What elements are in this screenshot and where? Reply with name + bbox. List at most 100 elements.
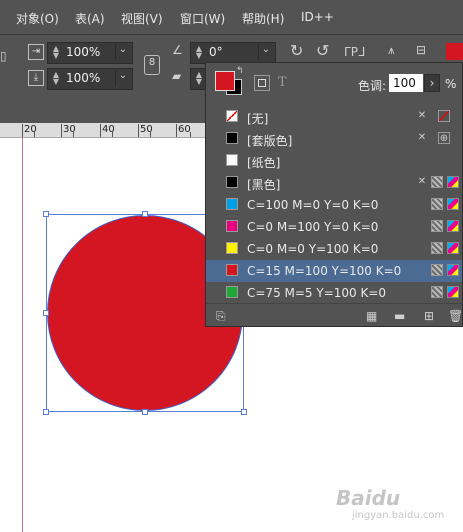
no-edit-icon: ✕ [417, 132, 427, 143]
place-swatches-icon[interactable]: ⎘ [216, 309, 226, 324]
resize-handle-left[interactable] [43, 310, 49, 316]
scale-y-field[interactable]: ▲ ▼ 100% ⌄ [47, 68, 133, 90]
ruler-tick [112, 132, 113, 137]
swatch-row-registration[interactable]: [套版色] ✕ ⊕ [206, 128, 462, 150]
stepper-icon[interactable]: ▲ ▼ [193, 45, 205, 60]
fill-swatch[interactable] [215, 71, 235, 91]
swatch-name: [无] [247, 112, 269, 126]
scale-y-value: 100% [66, 71, 101, 85]
menu-idplus[interactable]: ID++ [301, 10, 334, 24]
swatch-row-magenta[interactable]: C=0 M=100 Y=0 K=0 [206, 216, 462, 238]
swap-icon[interactable]: ↰ [236, 66, 244, 76]
process-color-icon [431, 198, 443, 210]
swatch-row-green[interactable]: C=75 M=5 Y=100 K=0 [206, 282, 462, 304]
fill-color-swatch[interactable] [446, 43, 463, 60]
swatch-row-none[interactable]: [无] ✕ [206, 106, 462, 128]
scale-y-icon: ⤓ [28, 70, 44, 86]
menu-table[interactable]: 表(A) [75, 10, 105, 27]
swatch-row-cyan[interactable]: C=100 M=0 Y=0 K=0 [206, 194, 462, 216]
watermark-url: jingyan.baidu.com [352, 510, 445, 521]
reference-point-label: P [350, 45, 358, 59]
rotate-angle-icon: ∠ [172, 43, 183, 57]
swatch-name: C=15 M=100 Y=100 K=0 [247, 264, 402, 278]
resize-handle-top-left[interactable] [43, 211, 49, 217]
swatches-panel: ↰ T 色调: 100 › % [无] ✕ [套版色] ✕ ⊕ [纸色] [黑色… [205, 62, 463, 327]
resize-handle-bottom-right[interactable] [241, 409, 247, 415]
resize-handle-bottom[interactable] [142, 409, 148, 415]
color-chip [226, 154, 238, 166]
process-color-icon [431, 176, 443, 188]
rotate-value: 0° [209, 45, 223, 59]
chevron-down-icon[interactable]: ⌄ [115, 70, 130, 86]
swatch-name: C=75 M=5 Y=100 K=0 [247, 286, 387, 300]
container-formatting-icon[interactable] [254, 75, 270, 91]
distribute-icon[interactable]: ⩚ [388, 43, 395, 58]
trash-icon[interactable]: 🗑 [448, 309, 463, 323]
swatch-row-red[interactable]: C=15 M=100 Y=100 K=0 [206, 260, 462, 282]
stepper-icon[interactable]: ▲ ▼ [193, 71, 205, 86]
swatch-name: C=0 M=0 Y=100 K=0 [247, 242, 379, 256]
stepper-icon[interactable]: ▲ ▼ [50, 45, 62, 60]
registration-icon: ⊕ [438, 132, 450, 144]
process-color-icon [431, 220, 443, 232]
chevron-right-icon[interactable]: › [424, 74, 440, 92]
menu-window[interactable]: 窗口(W) [180, 10, 225, 27]
ruler-tick [176, 124, 177, 137]
cmyk-icon [447, 198, 459, 210]
cmyk-icon [447, 286, 459, 298]
cmyk-icon [447, 264, 459, 276]
tint-unit: % [445, 77, 457, 91]
cmyk-icon [447, 242, 459, 254]
reference-point-icon[interactable]: ᒥPᒧ [344, 45, 365, 59]
ruler-tick [34, 132, 35, 137]
swatch-row-yellow[interactable]: C=0 M=0 Y=100 K=0 [206, 238, 462, 260]
process-color-icon [431, 242, 443, 254]
shear-icon: ▰ [172, 69, 182, 83]
swatches-panel-header: ↰ T 色调: 100 › % [206, 63, 462, 105]
rotate-cw-icon[interactable]: ↻ [290, 41, 303, 60]
ruler-tick [22, 124, 23, 137]
container-square-icon [258, 79, 266, 87]
menu-object[interactable]: 对象(O) [16, 10, 59, 27]
no-edit-icon: ✕ [417, 110, 427, 121]
resize-handle-bottom-left[interactable] [43, 409, 49, 415]
ruler-label: 60 [178, 124, 191, 135]
tint-label: 色调: [358, 79, 387, 93]
color-chip [226, 176, 238, 188]
swatch-name: C=100 M=0 Y=0 K=0 [247, 198, 379, 212]
folder-icon[interactable]: ▬ [394, 309, 405, 323]
swatch-name: [纸色] [247, 156, 281, 170]
swatch-name: [套版色] [247, 134, 293, 148]
new-swatch-icon[interactable]: ⊞ [424, 309, 434, 323]
menu-view[interactable]: 视图(V) [121, 10, 163, 27]
none-swatch-icon [226, 110, 238, 122]
color-chip [226, 242, 238, 254]
chain-link-icon[interactable]: 8 [144, 55, 160, 75]
rotate-ccw-icon[interactable]: ↺ [316, 41, 329, 60]
text-formatting-icon[interactable]: T [278, 75, 287, 90]
constrain-icon[interactable]: ▯ [0, 49, 7, 63]
chevron-down-icon[interactable]: ⌄ [258, 44, 273, 60]
menu-bar: 对象(O) 表(A) 视图(V) 窗口(W) 帮助(H) ID++ [0, 0, 463, 35]
swatch-row-paper[interactable]: [纸色] [206, 150, 462, 172]
scale-x-field[interactable]: ▲ ▼ 100% ⌄ [47, 42, 133, 64]
ruler-tick [190, 132, 191, 137]
swatch-view-icon[interactable]: ▦ [366, 309, 377, 323]
ruler-tick [138, 124, 139, 137]
swatch-row-black[interactable]: [黑色] ✕ [206, 172, 462, 194]
stepper-icon[interactable]: ▲ ▼ [50, 71, 62, 86]
chevron-down-icon[interactable]: ⌄ [115, 44, 130, 60]
menu-help[interactable]: 帮助(H) [242, 10, 284, 27]
flip-icon[interactable]: ⊟ [416, 43, 426, 57]
color-chip [226, 198, 238, 210]
cmyk-icon [447, 176, 459, 188]
ruler-tick [73, 132, 74, 137]
tint-input[interactable]: 100 [389, 74, 423, 92]
resize-handle-top[interactable] [142, 211, 148, 217]
no-edit-icon: ✕ [417, 176, 427, 187]
watermark-brand: Baidu [336, 486, 401, 510]
swatch-name: [黑色] [247, 178, 281, 192]
rotate-field[interactable]: ▲ ▼ 0° ⌄ [190, 42, 276, 64]
horizontal-ruler: 20 30 40 50 60 [0, 123, 210, 138]
baidu-watermark: Baidu jingyan.baidu.com [330, 482, 460, 526]
